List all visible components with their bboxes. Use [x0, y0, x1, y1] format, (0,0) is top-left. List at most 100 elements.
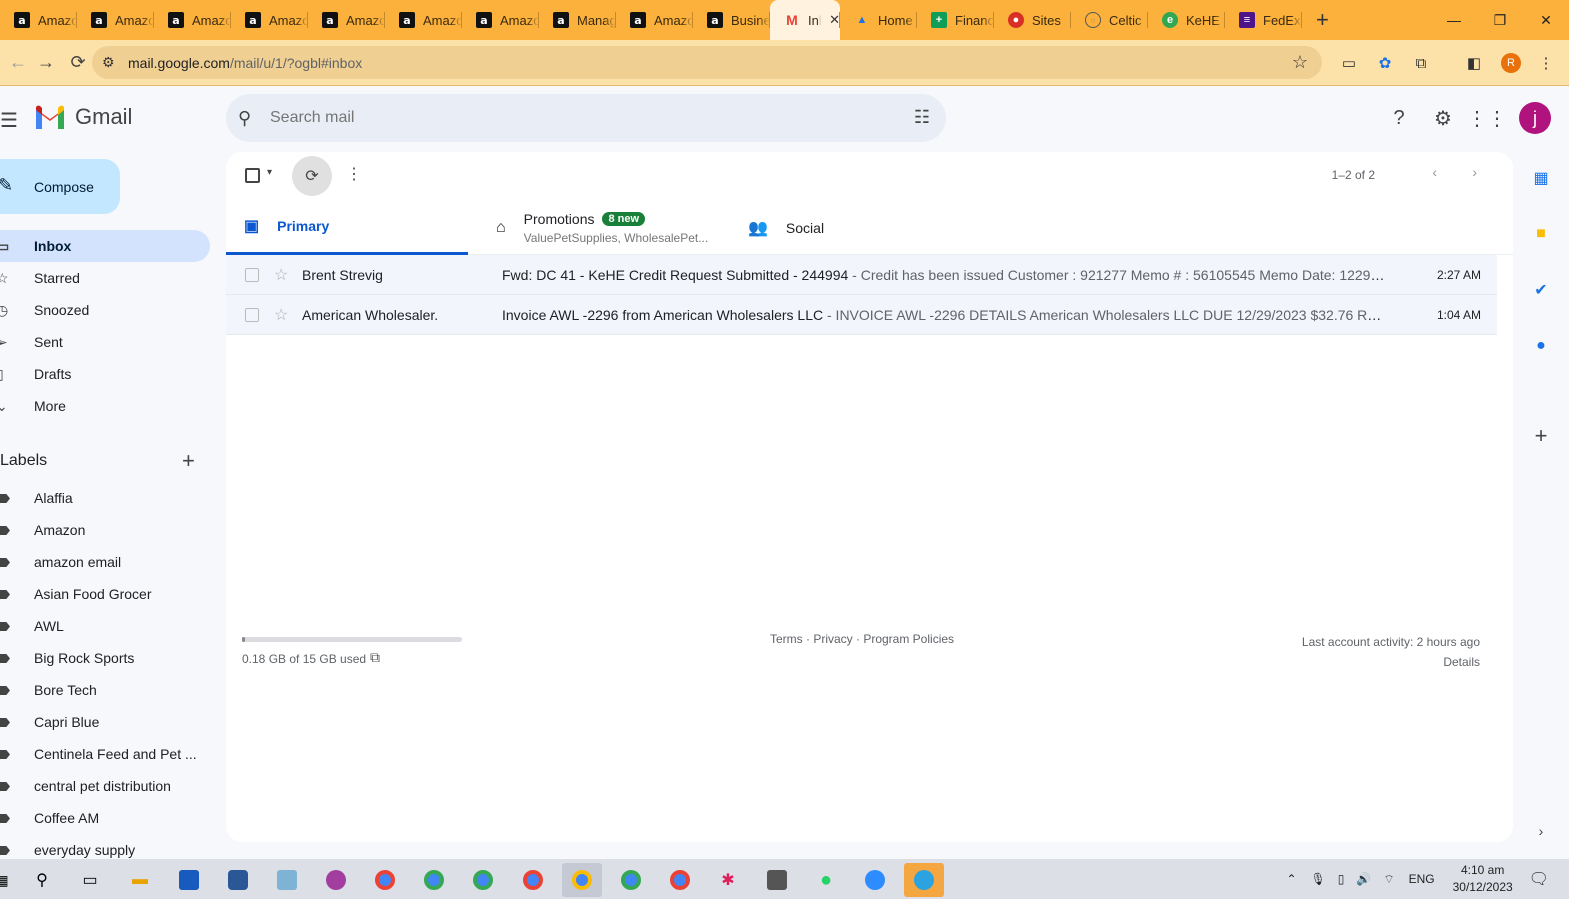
browser-tab[interactable]: a Manage	[539, 0, 616, 40]
browser-menu-icon[interactable]: ⋮	[1533, 48, 1559, 78]
start-button[interactable]: ▦	[0, 863, 22, 897]
address-bar[interactable]: ⚙ mail.google.com/mail/u/1/?ogbl#inbox ☆	[92, 46, 1322, 79]
battery-icon[interactable]: ▯	[1338, 872, 1345, 886]
compose-button[interactable]: ✎ Compose	[0, 159, 120, 214]
select-all-checkbox[interactable]	[245, 168, 260, 183]
star-icon[interactable]: ☆	[274, 265, 288, 285]
search-bar[interactable]: ⚲ ☷	[226, 94, 946, 142]
nav-item-sent[interactable]: ➢ Sent	[0, 326, 210, 358]
extensions-puzzle-icon[interactable]: ⧉	[1408, 48, 1434, 78]
reload-button[interactable]: ⟳	[60, 45, 96, 81]
tasks-icon[interactable]: ✔	[1525, 274, 1557, 306]
restore-button[interactable]: ❐	[1477, 0, 1523, 40]
language-indicator[interactable]: ENG	[1409, 872, 1435, 886]
nav-item-more[interactable]: ⌄ More	[0, 390, 210, 422]
label-item[interactable]: Capri Blue	[0, 706, 210, 738]
side-panel-icon[interactable]: ◧	[1461, 48, 1487, 78]
account-avatar[interactable]: j	[1519, 102, 1551, 134]
select-dropdown-icon[interactable]: ▾	[267, 167, 272, 178]
google-apps-icon[interactable]: ⋮⋮	[1467, 104, 1507, 132]
older-page-button[interactable]: ›	[1472, 164, 1477, 180]
browser-tab[interactable]: ≡ FedEx	[1225, 0, 1302, 40]
notepad-icon[interactable]	[267, 863, 307, 897]
volume-icon[interactable]: 🔊	[1356, 872, 1371, 886]
close-tab-icon[interactable]: ✕	[829, 12, 840, 28]
nav-item-starred[interactable]: ☆ Starred	[0, 262, 210, 294]
get-addons-icon[interactable]: +	[1525, 420, 1557, 452]
tab-primary[interactable]: ▣ Primary	[226, 200, 468, 255]
search-options-icon[interactable]: ☷	[914, 107, 930, 128]
browser-tab[interactable]: ◌ Celtic	[1071, 0, 1148, 40]
open-storage-icon[interactable]: ⧉	[370, 649, 380, 666]
label-item[interactable]: Bore Tech	[0, 674, 210, 706]
email-checkbox[interactable]	[245, 308, 259, 322]
email-row[interactable]: ☆ American Wholesaler. Invoice AWL -2296 f…	[226, 295, 1497, 335]
keep-icon[interactable]: ■	[1525, 218, 1557, 250]
email-checkbox[interactable]	[245, 268, 259, 282]
whatsapp-icon[interactable]: ●	[806, 863, 846, 897]
tab-promotions[interactable]: ⌂ Promotions 8 new ValuePetSupplies, Who…	[478, 200, 708, 255]
activity-details-link[interactable]: Details	[1302, 652, 1480, 672]
label-item[interactable]: central pet distribution	[0, 770, 210, 802]
browser-tab[interactable]: a Amazon	[385, 0, 462, 40]
show-hidden-icons[interactable]: ⌃	[1286, 872, 1296, 886]
label-item[interactable]: Centinela Feed and Pet ...	[0, 738, 210, 770]
browser-tab[interactable]: e KeHE	[1148, 0, 1225, 40]
notifications-icon[interactable]: 🗨	[1529, 869, 1549, 889]
star-icon[interactable]: ☆	[274, 305, 288, 325]
close-window-button[interactable]: ✕	[1523, 0, 1569, 40]
main-menu-icon[interactable]: ☰	[0, 108, 18, 133]
browser-profile-avatar[interactable]: R	[1501, 53, 1521, 73]
footer-links[interactable]: Terms · Privacy · Program Policies	[770, 632, 954, 646]
label-item[interactable]: Coffee AM	[0, 802, 210, 834]
task-view-icon[interactable]: ▭	[70, 863, 110, 897]
browser-tab[interactable]: a Amazon	[616, 0, 693, 40]
nav-item-drafts[interactable]: ▯ Drafts	[0, 358, 210, 390]
search-taskbar-icon[interactable]: ⚲	[22, 863, 62, 897]
email-row[interactable]: ☆ Brent Strevig Fwd: DC 41 - KeHE Credit R…	[226, 255, 1497, 295]
chrome-icon[interactable]	[513, 863, 553, 897]
browser-tab[interactable]: a Amazon	[154, 0, 231, 40]
create-label-icon[interactable]: +	[182, 448, 195, 474]
minimize-button[interactable]: —	[1431, 0, 1477, 40]
browser-tab[interactable]: a Amazon	[231, 0, 308, 40]
browser-tab[interactable]: a Amazon	[77, 0, 154, 40]
new-tab-button[interactable]: +	[1316, 7, 1329, 33]
browser-tab[interactable]: a Amazon	[462, 0, 539, 40]
contacts-icon[interactable]: ●	[1525, 330, 1557, 362]
clock[interactable]: 4:10 am 30/12/2023	[1453, 862, 1513, 896]
extension-icon[interactable]: ✿	[1372, 48, 1398, 78]
browser-tab[interactable]: ▲ Home	[840, 0, 917, 40]
slack-icon[interactable]: ✱	[708, 863, 748, 897]
label-item[interactable]: Big Rock Sports	[0, 642, 210, 674]
bookmark-star-icon[interactable]: ☆	[1292, 52, 1308, 73]
browser-tab[interactable]: a Amazon	[0, 0, 77, 40]
browser-tab[interactable]: a Business	[693, 0, 770, 40]
label-item[interactable]: Alaffia	[0, 482, 210, 514]
word-icon[interactable]	[169, 863, 209, 897]
label-item[interactable]: Asian Food Grocer	[0, 578, 210, 610]
gmail-logo[interactable]: Gmail	[34, 104, 132, 130]
help-icon[interactable]: ?	[1385, 104, 1413, 132]
forward-button[interactable]: →	[28, 45, 64, 81]
browser-tab[interactable]: M Inbox ✕	[770, 0, 840, 40]
calendar-icon[interactable]: ▦	[1525, 162, 1557, 194]
telegram-icon[interactable]	[904, 863, 944, 897]
microphone-icon[interactable]: 🎙	[1311, 872, 1326, 886]
site-info-icon[interactable]: ⚙	[102, 54, 115, 71]
chrome-icon[interactable]	[414, 863, 454, 897]
calculator-icon[interactable]	[757, 863, 797, 897]
extension-icon[interactable]: ▭	[1336, 48, 1362, 78]
search-input[interactable]	[270, 109, 870, 127]
label-item[interactable]: amazon email	[0, 546, 210, 578]
chrome-icon[interactable]	[463, 863, 503, 897]
app-icon[interactable]	[218, 863, 258, 897]
browser-tab[interactable]: + Finance	[917, 0, 994, 40]
file-explorer-icon[interactable]: ▬	[120, 863, 160, 897]
chrome-icon[interactable]	[611, 863, 651, 897]
chrome-icon[interactable]	[562, 863, 602, 897]
chrome-icon[interactable]	[365, 863, 405, 897]
browser-tab[interactable]: ● Sites	[994, 0, 1071, 40]
wifi-icon[interactable]: ⌔	[1383, 872, 1394, 887]
nav-item-snoozed[interactable]: ◷ Snoozed	[0, 294, 210, 326]
